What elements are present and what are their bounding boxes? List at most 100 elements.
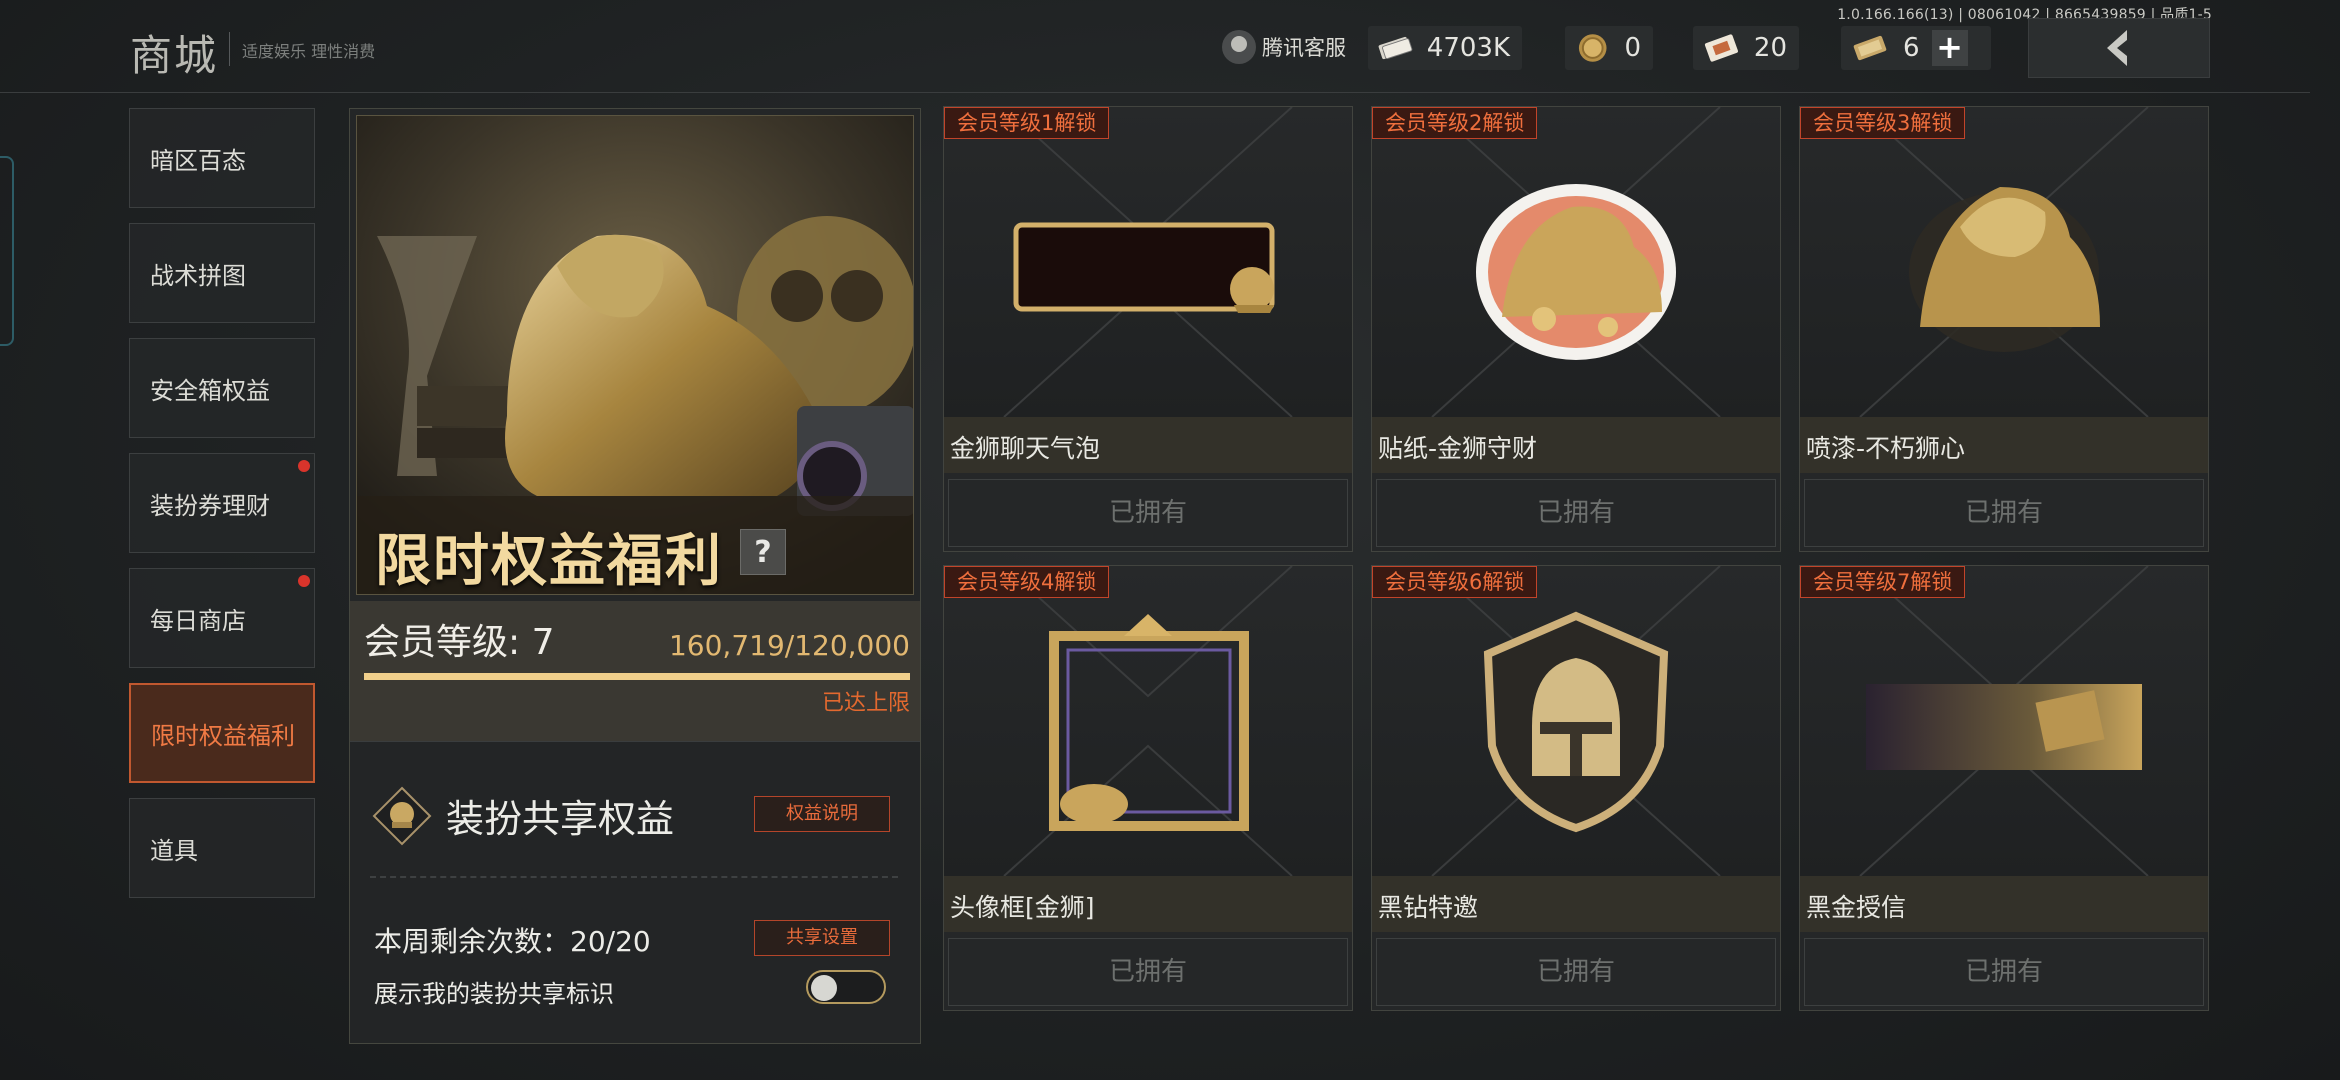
- owned-status-button[interactable]: 已拥有: [948, 938, 1348, 1006]
- share-settings-button[interactable]: 共享设置: [754, 920, 890, 956]
- currency-cash[interactable]: 4703K: [1368, 26, 1522, 70]
- tagline: 适度娱乐 理性消费: [242, 42, 376, 61]
- sidebar-item-label: 暗区百态: [150, 146, 246, 175]
- reward-name-bar: 金狮聊天气泡: [944, 417, 1352, 473]
- owned-status-button[interactable]: 已拥有: [1376, 938, 1776, 1006]
- sidebar-item-tactical-puzzle[interactable]: 战术拼图: [129, 223, 315, 323]
- show-share-mark-label: 展示我的装扮共享标识: [374, 980, 614, 1008]
- toggle-knob: [811, 975, 837, 1001]
- level-progress-bar: [364, 673, 910, 680]
- dashed-divider: [370, 876, 898, 878]
- reward-name: 金狮聊天气泡: [950, 434, 1101, 463]
- membership-points: 160,719/120,000: [668, 629, 910, 662]
- share-title: 装扮共享权益: [446, 797, 675, 841]
- helmet-emblem-icon: [1431, 566, 1721, 876]
- reward-name-bar: 头像框[金狮]: [944, 876, 1352, 932]
- reward-image: [944, 107, 1352, 417]
- chat-bubble-icon: [1003, 107, 1293, 417]
- unlock-tag: 会员等级7解锁: [1800, 566, 1966, 598]
- sidebar-item-items[interactable]: 道具: [129, 798, 315, 898]
- sidebar-item-label: 战术拼图: [150, 261, 246, 290]
- voucher-icon: [1853, 35, 1887, 61]
- unlock-tag: 会员等级4解锁: [944, 566, 1110, 598]
- reward-name: 贴纸-金狮守财: [1378, 434, 1538, 463]
- title-divider: [229, 32, 230, 66]
- owned-status-button[interactable]: 已拥有: [948, 479, 1348, 547]
- lion-emblem-icon: [372, 786, 432, 846]
- currency-value: 0: [1624, 33, 1641, 63]
- reward-name-bar: 喷漆-不朽狮心: [1800, 417, 2208, 473]
- back-button[interactable]: [2028, 18, 2210, 78]
- reward-name: 黑金授信: [1806, 893, 1907, 922]
- currency-value: 20: [1753, 33, 1787, 63]
- membership-level: 会员等级: 7: [364, 622, 555, 663]
- currency-value: 4703K: [1426, 33, 1510, 63]
- promo-banner-image: 限时权益福利 ?: [356, 115, 914, 595]
- help-button[interactable]: ?: [740, 529, 786, 575]
- reward-name: 喷漆-不朽狮心: [1806, 434, 1966, 463]
- unlock-tag: 会员等级2解锁: [1372, 107, 1538, 139]
- reward-name: 黑钻特邀: [1378, 893, 1479, 922]
- max-reached-label: 已达上限: [821, 691, 910, 716]
- currency-coin[interactable]: 0: [1565, 26, 1653, 70]
- sidebar-item-daily-shop[interactable]: 每日商店: [129, 568, 315, 668]
- sidebar-item-label: 道具: [150, 836, 198, 865]
- reward-name-bar: 黑金授信: [1800, 876, 2208, 932]
- sidebar-item-label: 限时权益福利: [151, 721, 295, 750]
- reward-card[interactable]: 会员等级4解锁 头像框[金狮] 已拥有: [943, 565, 1353, 1011]
- reward-card[interactable]: 会员等级1解锁 金狮聊天气泡 已拥有: [943, 106, 1353, 552]
- reward-name: 头像框[金狮]: [950, 893, 1095, 922]
- notification-dot: [298, 575, 310, 587]
- sidebar-item-skin-finance[interactable]: 装扮券理财: [129, 453, 315, 553]
- unlock-tag: 会员等级1解锁: [944, 107, 1110, 139]
- reward-image: [944, 566, 1352, 876]
- membership-level-box: 会员等级: 7 160,719/120,000 已达上限: [350, 601, 920, 741]
- promo-panel: 限时权益福利 ? 会员等级: 7 160,719/120,000 已达上限 装扮…: [349, 108, 921, 1044]
- share-benefits-section: 装扮共享权益 权益说明 本周剩余次数：20/20 共享设置 展示我的装扮共享标识: [350, 741, 920, 1043]
- sidebar-item-label: 安全箱权益: [150, 376, 270, 405]
- header-divider: [0, 92, 2310, 93]
- owned-status-button[interactable]: 已拥有: [1804, 938, 2204, 1006]
- currency-value: 6: [1903, 33, 1920, 63]
- side-drawer-handle[interactable]: [0, 156, 14, 346]
- weekly-remaining: 本周剩余次数：20/20: [374, 925, 651, 958]
- spray-icon: [1859, 107, 2149, 417]
- unlock-tag: 会员等级6解锁: [1372, 566, 1538, 598]
- coin-icon: [1578, 34, 1607, 62]
- reward-card[interactable]: 会员等级2解锁 贴纸-金狮守财 已拥有: [1371, 106, 1781, 552]
- promo-title: 限时权益福利: [375, 529, 723, 594]
- sidebar-item-limited-benefits[interactable]: 限时权益福利: [129, 683, 315, 783]
- unlock-tag: 会员等级3解锁: [1800, 107, 1966, 139]
- reward-card[interactable]: 会员等级3解锁 喷漆-不朽狮心 已拥有: [1799, 106, 2209, 552]
- reward-image: [1372, 566, 1780, 876]
- level-progress-fill: [364, 673, 910, 680]
- rules-button[interactable]: 权益说明: [754, 796, 890, 832]
- notification-dot: [298, 460, 310, 472]
- add-currency-button[interactable]: +: [1931, 30, 1968, 66]
- reward-name-bar: 贴纸-金狮守财: [1372, 417, 1780, 473]
- currency-voucher[interactable]: 6 +: [1841, 26, 1991, 70]
- page-title: 商城: [130, 31, 219, 80]
- show-share-mark-toggle[interactable]: [806, 970, 886, 1004]
- customer-service-button[interactable]: 腾讯客服: [1222, 30, 1346, 64]
- headset-icon: [1222, 30, 1256, 64]
- sticker-icon: [1431, 107, 1721, 417]
- cash-icon: [1378, 36, 1413, 60]
- avatar-frame-icon: [1003, 566, 1293, 876]
- customer-service-label: 腾讯客服: [1262, 36, 1346, 60]
- ticket-icon: [1704, 34, 1738, 62]
- owned-status-button[interactable]: 已拥有: [1376, 479, 1776, 547]
- owned-status-button[interactable]: 已拥有: [1804, 479, 2204, 547]
- reward-name-bar: 黑钻特邀: [1372, 876, 1780, 932]
- reward-image: [1800, 107, 2208, 417]
- reward-card[interactable]: 会员等级6解锁 黑钻特邀 已拥有: [1371, 565, 1781, 1011]
- chevron-left-icon: [2107, 30, 2127, 66]
- reward-image: [1800, 566, 2208, 876]
- sidebar-item-label: 装扮券理财: [150, 491, 270, 520]
- sidebar-item-dark-zone[interactable]: 暗区百态: [129, 108, 315, 208]
- black-gold-card-icon: [1859, 566, 2149, 876]
- currency-ticket[interactable]: 20: [1693, 26, 1799, 70]
- sidebar-item-safebox-benefits[interactable]: 安全箱权益: [129, 338, 315, 438]
- reward-image: [1372, 107, 1780, 417]
- reward-card[interactable]: 会员等级7解锁 黑金授信 已拥有: [1799, 565, 2209, 1011]
